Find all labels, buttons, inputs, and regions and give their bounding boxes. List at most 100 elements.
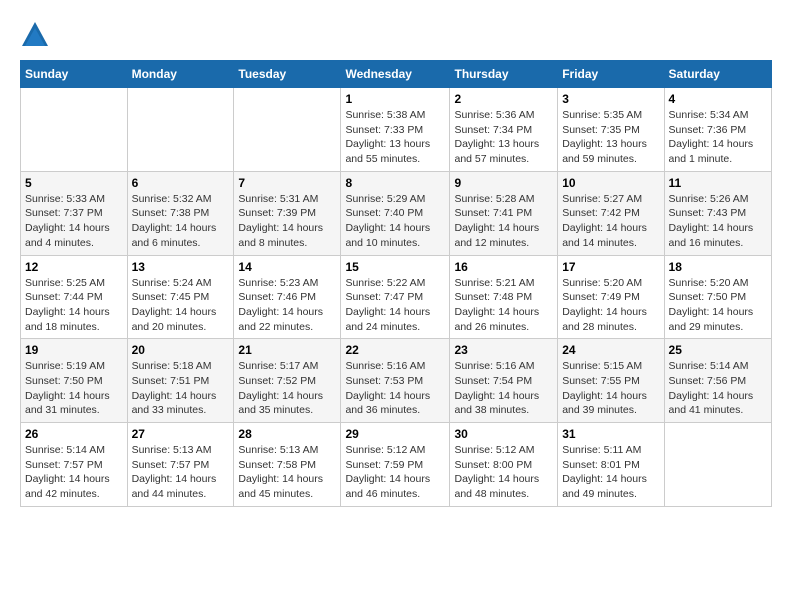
calendar-week-row: 5 Sunrise: 5:33 AM Sunset: 7:37 PM Daylig… (21, 171, 772, 255)
day-number: 28 (238, 427, 336, 441)
day-info: Sunrise: 5:14 AM Sunset: 7:57 PM Dayligh… (25, 443, 123, 502)
day-info: Sunrise: 5:34 AM Sunset: 7:36 PM Dayligh… (669, 108, 767, 167)
day-info: Sunrise: 5:22 AM Sunset: 7:47 PM Dayligh… (345, 276, 445, 335)
calendar-day-cell: 21 Sunrise: 5:17 AM Sunset: 7:52 PM Dayli… (234, 339, 341, 423)
calendar-day-cell: 9 Sunrise: 5:28 AM Sunset: 7:41 PM Daylig… (450, 171, 558, 255)
day-number: 24 (562, 343, 659, 357)
calendar-week-row: 1Sunrise: 5:38 AM Sunset: 7:33 PM Daylig… (21, 88, 772, 172)
calendar-day-cell: 30 Sunrise: 5:12 AM Sunset: 8:00 PM Dayli… (450, 423, 558, 507)
day-number: 14 (238, 260, 336, 274)
calendar-day-cell: 31Sunrise: 5:11 AM Sunset: 8:01 PM Dayli… (558, 423, 664, 507)
day-info: Sunrise: 5:26 AM Sunset: 7:43 PM Dayligh… (669, 192, 767, 251)
calendar-day-cell: 7Sunrise: 5:31 AM Sunset: 7:39 PM Daylig… (234, 171, 341, 255)
calendar-day-cell: 28 Sunrise: 5:13 AM Sunset: 7:58 PM Dayli… (234, 423, 341, 507)
calendar-header-row: SundayMondayTuesdayWednesdayThursdayFrid… (21, 61, 772, 88)
calendar-day-cell: 1Sunrise: 5:38 AM Sunset: 7:33 PM Daylig… (341, 88, 450, 172)
calendar-day-cell: 20 Sunrise: 5:18 AM Sunset: 7:51 PM Dayli… (127, 339, 234, 423)
day-info: Sunrise: 5:32 AM Sunset: 7:38 PM Dayligh… (132, 192, 230, 251)
calendar-day-cell: 11 Sunrise: 5:26 AM Sunset: 7:43 PM Dayli… (664, 171, 771, 255)
logo-icon (20, 20, 50, 50)
day-number: 10 (562, 176, 659, 190)
day-number: 18 (669, 260, 767, 274)
day-of-week-header: Thursday (450, 61, 558, 88)
day-number: 21 (238, 343, 336, 357)
calendar-day-cell: 27 Sunrise: 5:13 AM Sunset: 7:57 PM Dayli… (127, 423, 234, 507)
calendar-day-cell: 6 Sunrise: 5:32 AM Sunset: 7:38 PM Daylig… (127, 171, 234, 255)
day-of-week-header: Wednesday (341, 61, 450, 88)
day-number: 15 (345, 260, 445, 274)
day-number: 30 (454, 427, 553, 441)
day-info: Sunrise: 5:12 AM Sunset: 7:59 PM Dayligh… (345, 443, 445, 502)
calendar-week-row: 26 Sunrise: 5:14 AM Sunset: 7:57 PM Dayli… (21, 423, 772, 507)
calendar-day-cell: 15 Sunrise: 5:22 AM Sunset: 7:47 PM Dayli… (341, 255, 450, 339)
day-number: 19 (25, 343, 123, 357)
day-info: Sunrise: 5:21 AM Sunset: 7:48 PM Dayligh… (454, 276, 553, 335)
day-of-week-header: Monday (127, 61, 234, 88)
day-number: 16 (454, 260, 553, 274)
day-info: Sunrise: 5:19 AM Sunset: 7:50 PM Dayligh… (25, 359, 123, 418)
day-number: 6 (132, 176, 230, 190)
day-number: 25 (669, 343, 767, 357)
day-info: Sunrise: 5:13 AM Sunset: 7:57 PM Dayligh… (132, 443, 230, 502)
day-info: Sunrise: 5:17 AM Sunset: 7:52 PM Dayligh… (238, 359, 336, 418)
calendar-day-cell: 24 Sunrise: 5:15 AM Sunset: 7:55 PM Dayli… (558, 339, 664, 423)
day-number: 20 (132, 343, 230, 357)
day-number: 22 (345, 343, 445, 357)
day-info: Sunrise: 5:20 AM Sunset: 7:50 PM Dayligh… (669, 276, 767, 335)
day-info: Sunrise: 5:20 AM Sunset: 7:49 PM Dayligh… (562, 276, 659, 335)
calendar-day-cell: 16 Sunrise: 5:21 AM Sunset: 7:48 PM Dayli… (450, 255, 558, 339)
day-number: 4 (669, 92, 767, 106)
calendar-day-cell: 4 Sunrise: 5:34 AM Sunset: 7:36 PM Daylig… (664, 88, 771, 172)
day-number: 1 (345, 92, 445, 106)
day-number: 27 (132, 427, 230, 441)
calendar-day-cell: 3Sunrise: 5:35 AM Sunset: 7:35 PM Daylig… (558, 88, 664, 172)
day-info: Sunrise: 5:28 AM Sunset: 7:41 PM Dayligh… (454, 192, 553, 251)
day-info: Sunrise: 5:18 AM Sunset: 7:51 PM Dayligh… (132, 359, 230, 418)
logo (20, 20, 54, 50)
day-number: 7 (238, 176, 336, 190)
calendar-day-cell: 18 Sunrise: 5:20 AM Sunset: 7:50 PM Dayli… (664, 255, 771, 339)
day-number: 13 (132, 260, 230, 274)
day-number: 9 (454, 176, 553, 190)
day-number: 5 (25, 176, 123, 190)
calendar-day-cell: 2 Sunrise: 5:36 AM Sunset: 7:34 PM Daylig… (450, 88, 558, 172)
calendar-day-cell: 5 Sunrise: 5:33 AM Sunset: 7:37 PM Daylig… (21, 171, 128, 255)
day-number: 11 (669, 176, 767, 190)
calendar-day-cell (664, 423, 771, 507)
day-info: Sunrise: 5:15 AM Sunset: 7:55 PM Dayligh… (562, 359, 659, 418)
day-of-week-header: Saturday (664, 61, 771, 88)
day-info: Sunrise: 5:12 AM Sunset: 8:00 PM Dayligh… (454, 443, 553, 502)
day-info: Sunrise: 5:13 AM Sunset: 7:58 PM Dayligh… (238, 443, 336, 502)
day-info: Sunrise: 5:14 AM Sunset: 7:56 PM Dayligh… (669, 359, 767, 418)
calendar-day-cell: 29 Sunrise: 5:12 AM Sunset: 7:59 PM Dayli… (341, 423, 450, 507)
calendar-day-cell (21, 88, 128, 172)
calendar-day-cell: 26 Sunrise: 5:14 AM Sunset: 7:57 PM Dayli… (21, 423, 128, 507)
page-header (20, 20, 772, 50)
calendar-day-cell: 19 Sunrise: 5:19 AM Sunset: 7:50 PM Dayli… (21, 339, 128, 423)
day-info: Sunrise: 5:27 AM Sunset: 7:42 PM Dayligh… (562, 192, 659, 251)
day-info: Sunrise: 5:24 AM Sunset: 7:45 PM Dayligh… (132, 276, 230, 335)
day-number: 8 (345, 176, 445, 190)
calendar-day-cell: 12Sunrise: 5:25 AM Sunset: 7:44 PM Dayli… (21, 255, 128, 339)
day-of-week-header: Sunday (21, 61, 128, 88)
calendar-day-cell: 10 Sunrise: 5:27 AM Sunset: 7:42 PM Dayli… (558, 171, 664, 255)
calendar-day-cell: 17Sunrise: 5:20 AM Sunset: 7:49 PM Dayli… (558, 255, 664, 339)
day-info: Sunrise: 5:16 AM Sunset: 7:54 PM Dayligh… (454, 359, 553, 418)
calendar-week-row: 12Sunrise: 5:25 AM Sunset: 7:44 PM Dayli… (21, 255, 772, 339)
calendar-week-row: 19 Sunrise: 5:19 AM Sunset: 7:50 PM Dayli… (21, 339, 772, 423)
calendar-day-cell: 13 Sunrise: 5:24 AM Sunset: 7:45 PM Dayli… (127, 255, 234, 339)
day-info: Sunrise: 5:16 AM Sunset: 7:53 PM Dayligh… (345, 359, 445, 418)
day-number: 26 (25, 427, 123, 441)
day-number: 12 (25, 260, 123, 274)
day-of-week-header: Friday (558, 61, 664, 88)
day-number: 29 (345, 427, 445, 441)
day-number: 23 (454, 343, 553, 357)
calendar-day-cell: 23 Sunrise: 5:16 AM Sunset: 7:54 PM Dayli… (450, 339, 558, 423)
calendar-day-cell: 25 Sunrise: 5:14 AM Sunset: 7:56 PM Dayli… (664, 339, 771, 423)
day-info: Sunrise: 5:36 AM Sunset: 7:34 PM Dayligh… (454, 108, 553, 167)
day-info: Sunrise: 5:33 AM Sunset: 7:37 PM Dayligh… (25, 192, 123, 251)
day-of-week-header: Tuesday (234, 61, 341, 88)
day-info: Sunrise: 5:11 AM Sunset: 8:01 PM Dayligh… (562, 443, 659, 502)
calendar-table: SundayMondayTuesdayWednesdayThursdayFrid… (20, 60, 772, 507)
day-number: 2 (454, 92, 553, 106)
